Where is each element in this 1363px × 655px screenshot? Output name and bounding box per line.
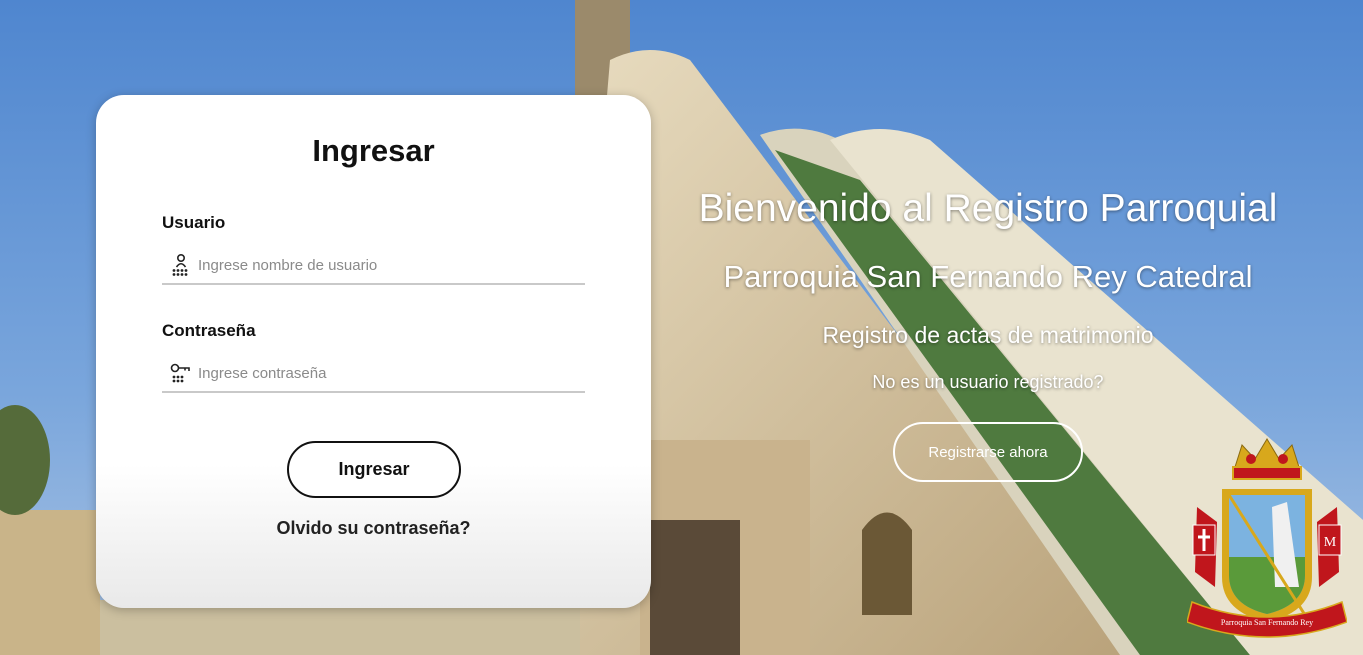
register-now-button[interactable]: Registrarse ahora	[893, 422, 1083, 482]
login-card: Ingresar Usuario Contraseña Ingresar	[96, 95, 651, 608]
parish-crest-logo: M Parroquia San Fernando Rey	[1187, 438, 1347, 638]
svg-text:M: M	[1324, 535, 1337, 550]
forgot-password-link[interactable]: Olvido su contraseña?	[96, 518, 651, 539]
crest-ribbon-text: Parroquia San Fernando Rey	[1221, 618, 1313, 627]
username-input[interactable]	[196, 255, 585, 275]
username-field-wrapper	[162, 247, 585, 285]
login-submit-button[interactable]: Ingresar	[287, 441, 461, 498]
key-icon	[170, 363, 190, 383]
password-label: Contraseña	[162, 321, 256, 340]
login-title: Ingresar	[312, 133, 435, 168]
user-icon	[172, 253, 188, 276]
username-label: Usuario	[162, 213, 226, 232]
welcome-title: Bienvenido al Registro Parroquial	[698, 187, 1278, 230]
password-field-wrapper	[162, 355, 585, 393]
parish-name: Parroquia San Fernando Rey Catedral	[723, 259, 1253, 294]
not-registered-question: No es un usuario registrado?	[872, 372, 1104, 392]
registry-subtitle: Registro de actas de matrimonio	[822, 322, 1154, 348]
password-input[interactable]	[196, 363, 585, 383]
